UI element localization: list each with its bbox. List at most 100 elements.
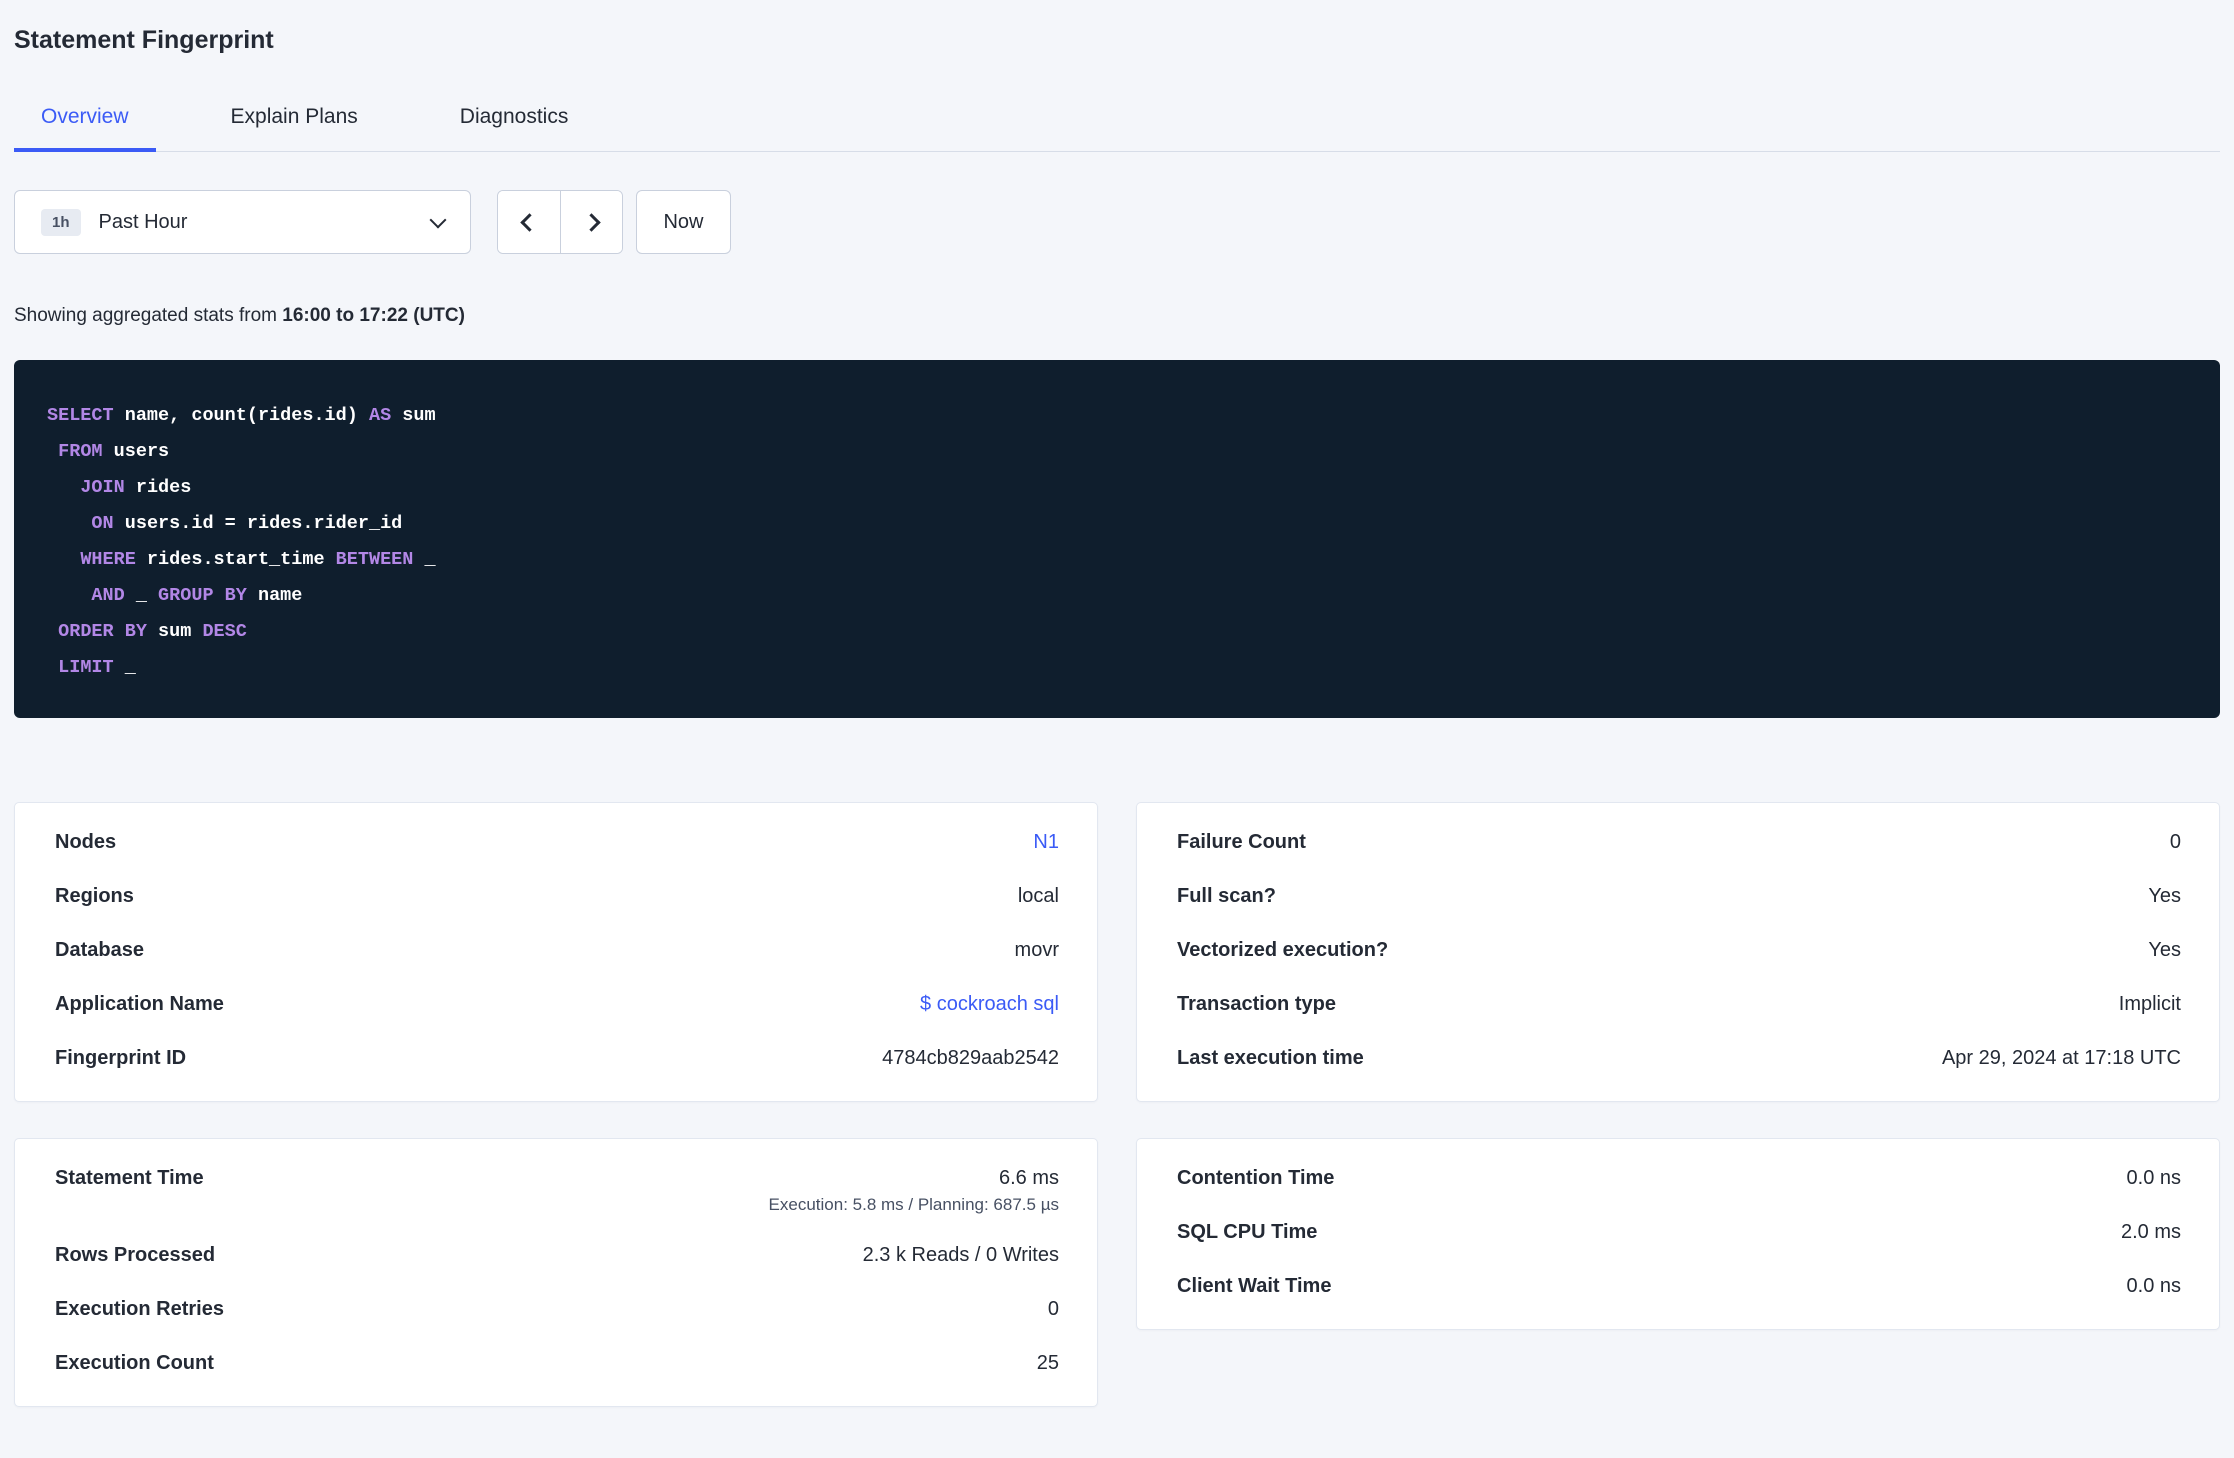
chevron-right-icon: [582, 212, 601, 232]
chevron-down-icon: [429, 211, 447, 228]
row-value-wrap: 0: [2170, 828, 2181, 856]
caption-time-range: 16:00 to 17:22 (UTC): [282, 305, 465, 326]
row-label: Rows Processed: [55, 1244, 216, 1266]
tab-explain-plans[interactable]: Explain Plans: [204, 89, 385, 151]
row-value-wrap: Apr 29, 2024 at 17:18 UTC: [1942, 1044, 2181, 1072]
sql-text: _: [124, 585, 159, 606]
sql-keyword: AND: [91, 585, 125, 606]
page-title: Statement Fingerprint: [14, 26, 274, 54]
statement-time-card: Statement Time 6.6 ms Execution: 5.8 ms / …: [14, 1138, 1098, 1407]
sql-keyword: DESC: [202, 621, 247, 642]
row-label: Nodes: [55, 831, 117, 853]
row-value: 2.3 k Reads / 0 Writes: [862, 1244, 1059, 1266]
contention-rows: Contention Time 0.0 ns SQL CPU Time 2.0 ms C…: [1177, 1151, 2181, 1313]
sql-text: rides: [124, 477, 192, 498]
row-value: Implicit: [2118, 993, 2181, 1015]
sql-line: FROM users: [47, 434, 2187, 470]
sql-text: name: [246, 585, 303, 606]
row-value-link[interactable]: N1: [1033, 828, 1059, 856]
row-value: 2.0 ms: [2120, 1221, 2181, 1243]
row-value: movr: [1014, 939, 1059, 961]
row-value-wrap: 2.0 ms: [2121, 1218, 2181, 1246]
tab-overview[interactable]: Overview: [14, 89, 156, 152]
row-value: 25: [1036, 1352, 1059, 1374]
execution-attributes-rows: Failure Count 0 Full scan? Yes Vectorized ex…: [1177, 815, 2181, 1085]
sql-keyword: WHERE: [80, 549, 136, 570]
next-time-button[interactable]: [560, 191, 622, 253]
statement-details-card: Nodes N1 Regions local Database movr Applicati…: [14, 802, 1098, 1102]
row-label: Failure Count: [1177, 831, 1306, 853]
card-row: Application Name $ cockroach sql: [55, 977, 1059, 1031]
time-range-dropdown[interactable]: 1h Past Hour: [14, 190, 471, 254]
details-cards-row: Nodes N1 Regions local Database movr Applicati…: [14, 802, 2220, 1102]
row-value-link[interactable]: $ cockroach sql: [920, 990, 1059, 1018]
timing-cards-row: Statement Time 6.6 ms Execution: 5.8 ms / …: [14, 1138, 2220, 1407]
row-label: Fingerprint ID: [55, 1047, 187, 1069]
time-step-buttons: [497, 190, 623, 254]
row-value: 0.0 ns: [2126, 1167, 2181, 1189]
row-label: Database: [55, 939, 144, 961]
row-label: Execution Retries: [55, 1298, 224, 1320]
sql-text: sum: [146, 621, 203, 642]
row-value-wrap: 25: [1037, 1349, 1059, 1377]
contention-card: Contention Time 0.0 ns SQL CPU Time 2.0 ms C…: [1136, 1138, 2220, 1330]
row-label: Execution Count: [55, 1352, 214, 1374]
time-range-label: Past Hour: [98, 210, 188, 233]
row-label: Full scan?: [1177, 885, 1276, 907]
sql-text: rides.start_time: [135, 549, 336, 570]
tab-diagnostics[interactable]: Diagnostics: [433, 89, 596, 151]
card-row: Vectorized execution? Yes: [1177, 923, 2181, 977]
sql-keyword: LIMIT: [58, 657, 114, 678]
statement-details-rows: Nodes N1 Regions local Database movr Applicati…: [55, 815, 1059, 1085]
card-row: Execution Count 25: [55, 1336, 1059, 1390]
sql-text: users: [102, 441, 170, 462]
row-value-wrap: local: [1018, 882, 1059, 910]
row-value: 6.6 ms: [998, 1167, 1059, 1189]
row-label: Vectorized execution?: [1177, 939, 1389, 961]
sql-text: _: [413, 549, 436, 570]
row-value-wrap: N1: [1033, 828, 1059, 856]
prev-time-button[interactable]: [498, 191, 560, 253]
row-subvalue: Execution: 5.8 ms / Planning: 687.5 µs: [768, 1195, 1059, 1214]
sql-text: _: [113, 657, 136, 678]
sql-line: AND _ GROUP BY name: [47, 578, 2187, 614]
sql-line: SELECT name, count(rides.id) AS sum: [47, 398, 2187, 434]
sql-text: name, count(rides.id): [113, 405, 369, 426]
row-value: 0: [2169, 831, 2181, 853]
now-button[interactable]: Now: [636, 190, 731, 254]
sql-keyword: GROUP BY: [158, 585, 247, 606]
card-row: Last execution time Apr 29, 2024 at 17:18…: [1177, 1031, 2181, 1085]
row-value: Yes: [2148, 885, 2181, 907]
chevron-left-icon: [519, 212, 539, 232]
time-controls: 1h Past Hour Now: [14, 190, 2220, 254]
sql-line: ORDER BY sum DESC: [47, 614, 2187, 650]
sql-statement-block: SELECT name, count(rides.id) AS sum FROM…: [14, 360, 2220, 718]
card-row: SQL CPU Time 2.0 ms: [1177, 1205, 2181, 1259]
row-value-wrap: 6.6 ms Execution: 5.8 ms / Planning: 687.…: [769, 1164, 1059, 1215]
row-value: 0: [1047, 1298, 1059, 1320]
caption-prefix: Showing aggregated stats from: [14, 305, 277, 326]
sql-keyword: ON: [91, 513, 114, 534]
row-value: Apr 29, 2024 at 17:18 UTC: [1941, 1047, 2181, 1069]
tabs: Overview Explain Plans Diagnostics: [14, 89, 2220, 152]
sql-line: ON users.id = rides.rider_id: [47, 506, 2187, 542]
row-value-wrap: $ cockroach sql: [920, 990, 1059, 1018]
row-value: Yes: [2148, 939, 2181, 961]
sql-keyword: FROM: [58, 441, 103, 462]
row-label: Transaction type: [1177, 993, 1336, 1015]
card-row: Full scan? Yes: [1177, 869, 2181, 923]
sql-keyword: ORDER BY: [58, 621, 147, 642]
card-row: Database movr: [55, 923, 1059, 977]
sql-text: users.id = rides.rider_id: [113, 513, 403, 534]
row-value-wrap: Implicit: [2119, 990, 2181, 1018]
sql-line: LIMIT _: [47, 650, 2187, 686]
row-label: Regions: [55, 885, 134, 907]
card-row: Statement Time 6.6 ms Execution: 5.8 ms / …: [55, 1151, 1059, 1228]
sql-line: JOIN rides: [47, 470, 2187, 506]
row-label: Application Name: [55, 993, 224, 1015]
